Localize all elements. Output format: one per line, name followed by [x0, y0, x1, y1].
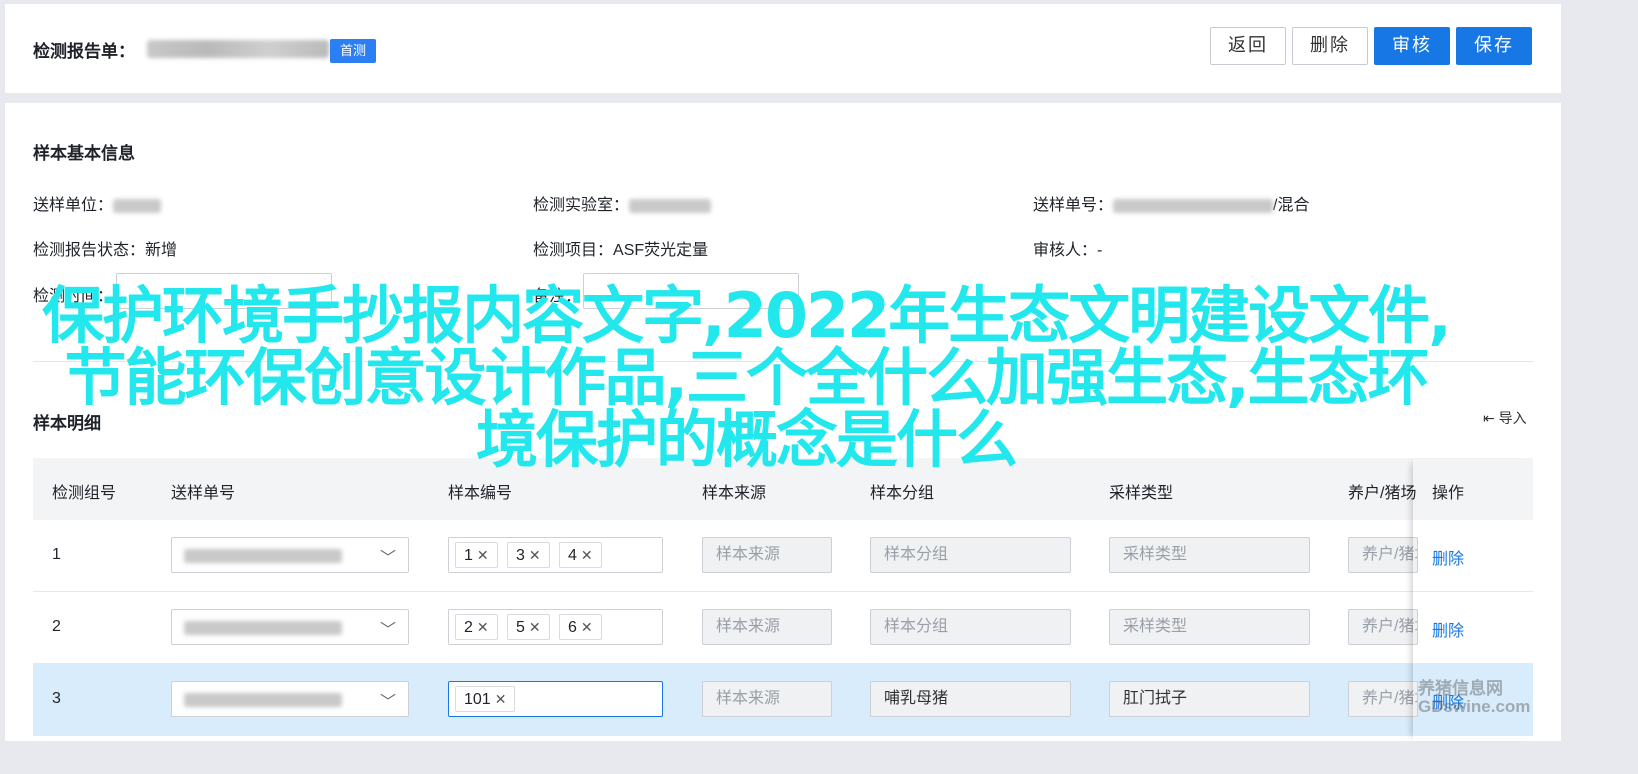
farm-input[interactable]: 养户/猪场	[1348, 537, 1418, 573]
audit-button[interactable]: 审核	[1374, 27, 1450, 65]
close-icon[interactable]: ✕	[581, 619, 593, 635]
table-row: 2 ﹀ 2✕ 5✕ 6✕ 样本来源 样本分组 采样类型 养户/猪场 删除	[33, 592, 1533, 664]
col-action: 操作	[1432, 485, 1465, 502]
order-label: 送样单号：	[1033, 197, 1114, 214]
basic-info-title: 样本基本信息	[33, 144, 135, 163]
status-value: 新增	[145, 242, 178, 259]
delete-button[interactable]: 删除	[1292, 27, 1368, 65]
chevron-down-icon: ﹀	[379, 550, 396, 567]
grouping-input[interactable]: 样本分组	[870, 609, 1071, 645]
overlay-caption: 保护环境手抄报内容文字,2022年生态文明建设文件,节能环保创意设计作品,三个全…	[42, 279, 1452, 476]
item-label: 检测项目：	[533, 242, 614, 259]
source-input[interactable]: 样本来源	[702, 537, 832, 573]
unit-label: 送样单位：	[33, 197, 114, 214]
order-select[interactable]: ﹀	[171, 681, 409, 717]
col-group: 检测组号	[52, 485, 117, 502]
sample-tag[interactable]: 6 ✕	[559, 614, 602, 640]
close-icon[interactable]: ✕	[477, 547, 489, 563]
sample-type-input[interactable]: 采样类型	[1109, 537, 1310, 573]
save-button[interactable]: 保存	[1456, 27, 1532, 65]
delete-row-link[interactable]: 删除	[1432, 545, 1464, 569]
source-input[interactable]: 样本来源	[702, 681, 832, 717]
col-source: 样本来源	[702, 485, 767, 502]
item-field: 检测项目：ASF荧光定量	[533, 236, 708, 260]
delete-row-link[interactable]: 删除	[1432, 617, 1464, 641]
top-bar: 检测报告单： 首测 返回 删除 审核 保存	[5, 4, 1561, 93]
close-icon[interactable]: ✕	[495, 691, 507, 707]
group-cell: 2	[52, 618, 61, 635]
lab-label: 检测实验室：	[533, 197, 630, 214]
import-button[interactable]: ⇤ 导入	[1483, 408, 1527, 428]
sample-tag[interactable]: 4 ✕	[559, 542, 602, 568]
col-grouping: 样本分组	[870, 485, 935, 502]
order-suffix: /混合	[1273, 197, 1310, 214]
sample-tag[interactable]: 5 ✕	[507, 614, 550, 640]
sample-type-input[interactable]: 肛门拭子	[1109, 681, 1310, 717]
order-select[interactable]: ﹀	[171, 609, 409, 645]
watermark: 养猪信息网 GDswine.com	[1418, 679, 1531, 716]
farm-input[interactable]: 养户/猪场	[1348, 681, 1418, 717]
grouping-input[interactable]: 样本分组	[870, 537, 1071, 573]
sample-no-tags[interactable]: 1 ✕ 3 ✕ 4 ✕	[448, 537, 663, 573]
order-value-redacted	[1113, 198, 1274, 213]
col-order: 送样单号	[171, 485, 236, 502]
farm-input[interactable]: 养户/猪场	[1348, 609, 1418, 645]
order-select-value-redacted	[184, 549, 342, 563]
status-field: 检测报告状态：新增	[33, 236, 177, 260]
table-row: 3 ﹀ 101✕ 样本来源 哺乳母猪 肛门拭子 养户/猪场 删除	[33, 664, 1533, 736]
order-select-value-redacted	[184, 621, 342, 635]
chevron-down-icon: ﹀	[379, 694, 396, 711]
chevron-down-icon: ﹀	[379, 622, 396, 639]
import-icon: ⇤	[1483, 410, 1495, 426]
lab-value-redacted	[629, 198, 712, 213]
source-input[interactable]: 样本来源	[702, 609, 832, 645]
col-sample-type: 采样类型	[1109, 485, 1174, 502]
col-sample-no: 样本编号	[448, 485, 513, 502]
order-field: 送样单号： /混合	[1033, 191, 1309, 215]
unit-value-redacted	[113, 198, 162, 213]
sample-tag[interactable]: 101 ✕	[455, 686, 516, 712]
col-farm: 养户/猪场	[1348, 485, 1416, 502]
auditor-value: -	[1097, 242, 1103, 259]
lab-field: 检测实验室：	[533, 191, 712, 215]
sample-no-tags[interactable]: 2 ✕ 5 ✕ 6 ✕	[448, 609, 663, 645]
status-badge: 首测	[330, 39, 376, 63]
close-icon[interactable]: ✕	[529, 547, 541, 563]
back-button[interactable]: 返回	[1210, 27, 1286, 65]
sample-no-tags[interactable]: 101 ✕	[448, 681, 663, 717]
table-row: 1 ﹀ 1✕ 3✕ 4✕ 样本来源 样本分组 采样类型 养户/猪场 删除	[33, 520, 1533, 592]
order-select-value-redacted	[184, 693, 342, 707]
status-label: 检测报告状态：	[33, 242, 146, 259]
group-cell: 3	[52, 690, 61, 707]
close-icon[interactable]: ✕	[581, 547, 593, 563]
unit-field: 送样单位：	[33, 191, 162, 215]
auditor-field: 审核人：-	[1033, 236, 1102, 260]
sample-tag[interactable]: 2 ✕	[455, 614, 498, 640]
close-icon[interactable]: ✕	[477, 619, 489, 635]
grouping-input[interactable]: 哺乳母猪	[870, 681, 1071, 717]
item-value: ASF荧光定量	[613, 242, 709, 259]
auditor-label: 审核人：	[1033, 242, 1098, 259]
sample-tag[interactable]: 1 ✕	[455, 542, 498, 568]
group-cell: 1	[52, 546, 61, 563]
sample-tag[interactable]: 3 ✕	[507, 542, 550, 568]
close-icon[interactable]: ✕	[529, 619, 541, 635]
page-title: 检测报告单：	[33, 42, 135, 61]
sample-type-input[interactable]: 采样类型	[1109, 609, 1310, 645]
import-label: 导入	[1498, 410, 1527, 426]
order-select[interactable]: ﹀	[171, 537, 409, 573]
report-number-redacted	[147, 40, 329, 58]
